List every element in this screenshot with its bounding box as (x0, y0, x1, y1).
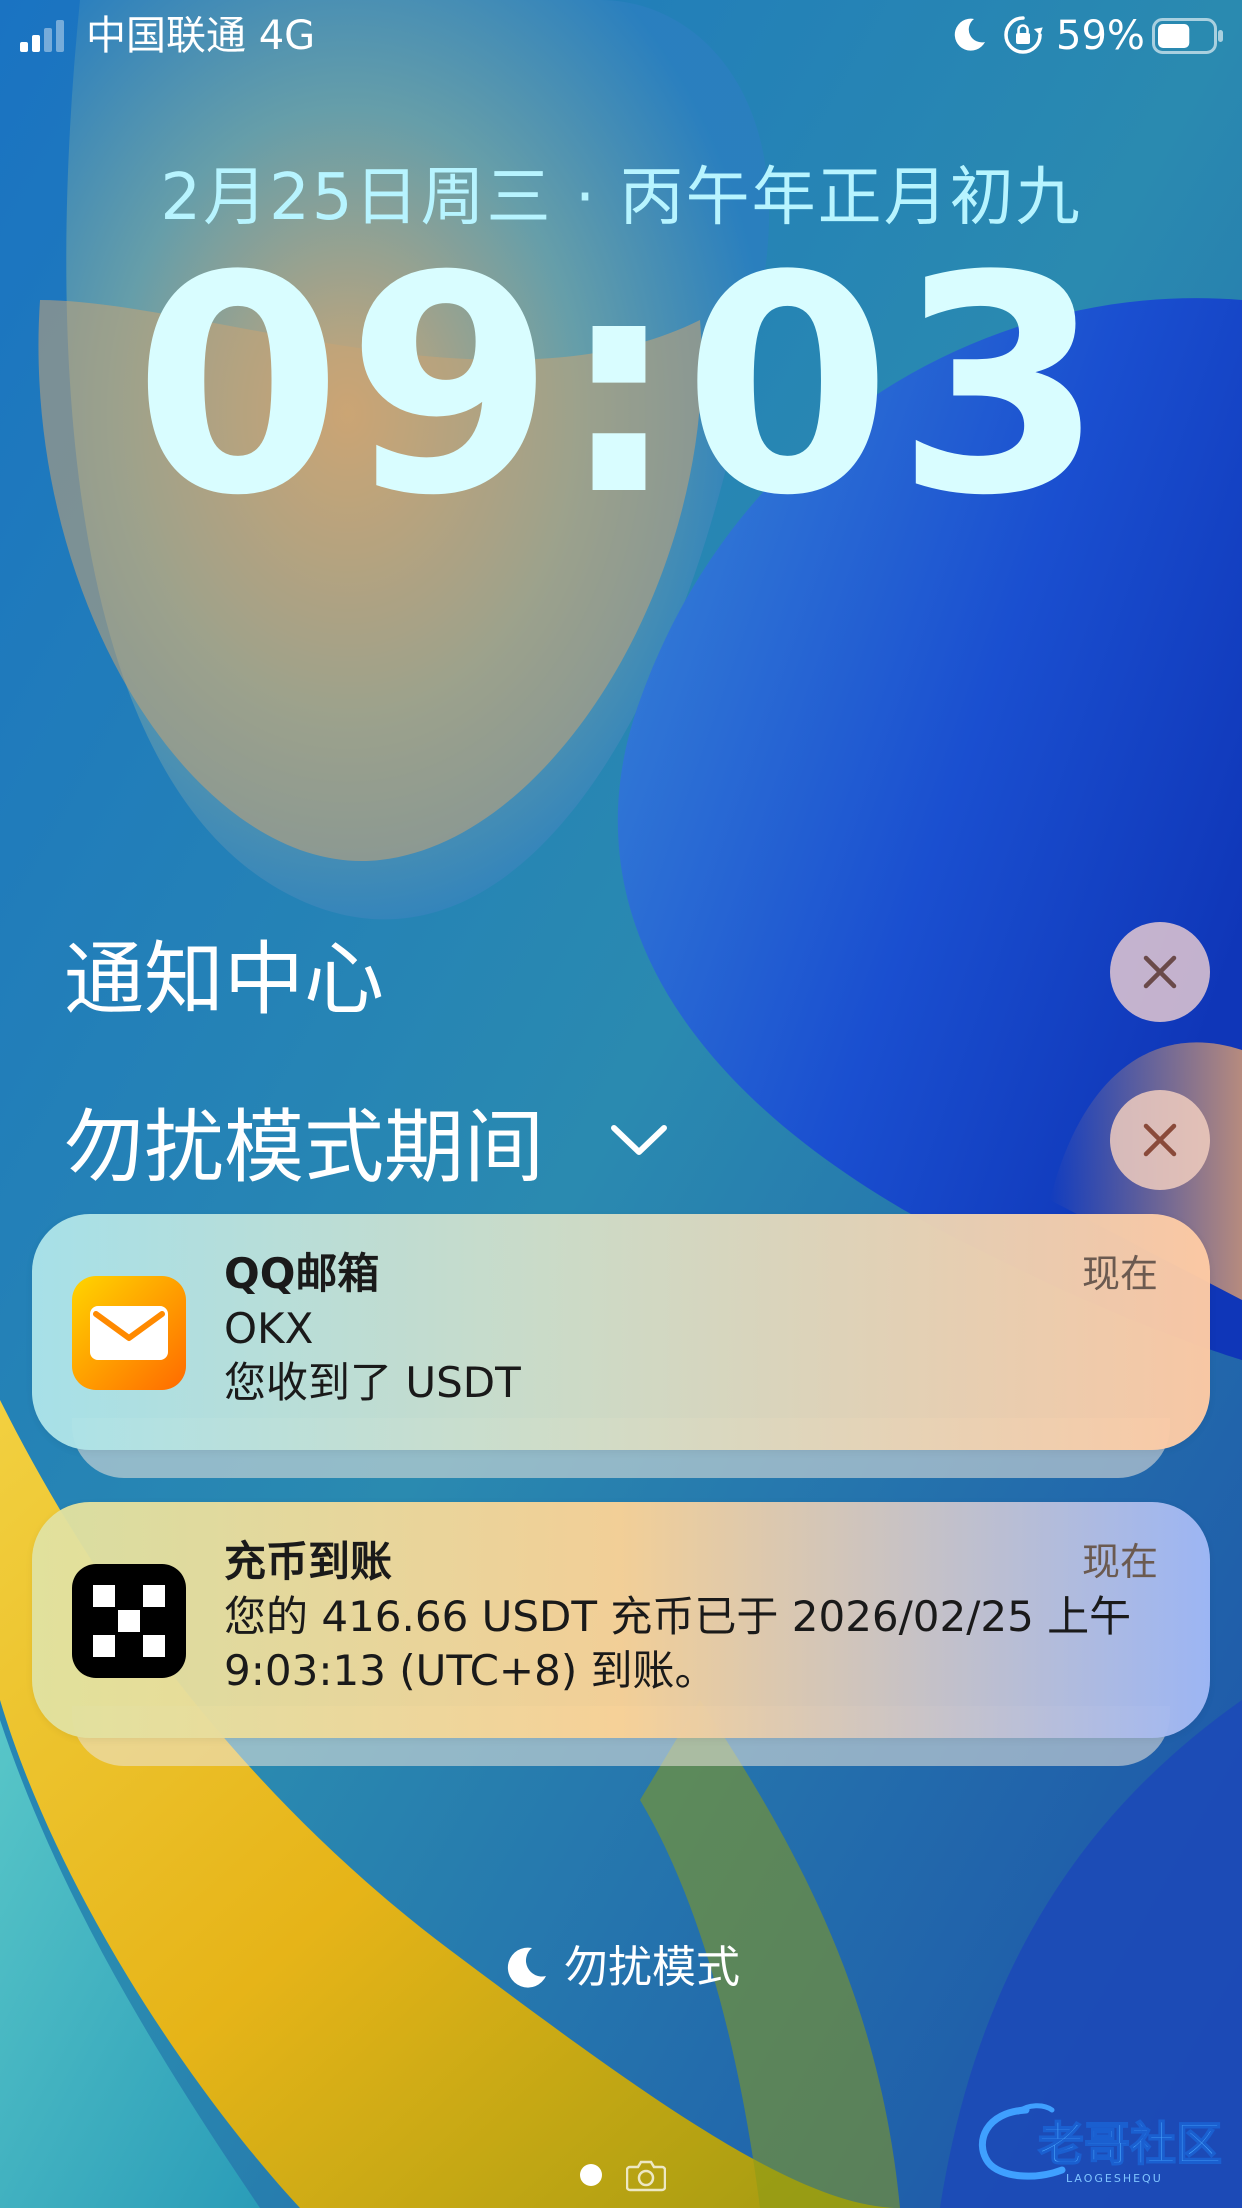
close-icon (1143, 955, 1177, 989)
dnd-label: 勿扰模式 (564, 1942, 740, 1993)
notification-line: 9:03:13 (UTC+8) 到账。 (224, 1646, 717, 1695)
clear-all-button[interactable] (1110, 922, 1210, 1022)
notification-center-title: 通知中心 (64, 933, 384, 1026)
notification-app-name: 充币到账 (224, 1537, 393, 1586)
dnd-group-title[interactable]: 勿扰模式期间 (64, 1100, 544, 1196)
notification-time: 现在 (1081, 1540, 1158, 1584)
clear-group-button[interactable] (1110, 1090, 1210, 1190)
battery-icon (1152, 18, 1223, 54)
camera-icon[interactable] (626, 2158, 666, 2192)
cellular-signal-icon (20, 20, 64, 52)
moon-icon (507, 1947, 546, 1988)
battery-percent: 59% (1056, 13, 1145, 59)
dnd-indicator[interactable]: 勿扰模式 (0, 1940, 1242, 2000)
watermark-logo: 老哥社区 LAOGESHEQU (978, 2103, 1223, 2185)
notification-line: OKX (224, 1304, 314, 1353)
okx-app-icon (72, 1564, 186, 1678)
rotation-lock-icon (1004, 16, 1043, 54)
notification-card[interactable]: 充币到账 现在 您的 416.66 USDT 充币已于 2026/02/25 上… (32, 1502, 1210, 1738)
status-bar: 中国联通 4G 59% (0, 0, 1242, 72)
notification-card[interactable]: QQ邮箱 现在 OKX 您收到了 USDT (32, 1214, 1210, 1450)
svg-text:LAOGESHEQU: LAOGESHEQU (1066, 2172, 1163, 2185)
notification-line: 您收到了 USDT (224, 1358, 521, 1407)
lock-screen: 中国联通 4G 59% 2月25日周三 · 丙午年正月初九 09:03 通知中心… (0, 0, 1242, 2208)
chevron-down-icon[interactable] (608, 1120, 670, 1160)
moon-icon (954, 18, 985, 51)
carrier-label: 中国联通 4G (86, 13, 316, 59)
notification-app-name: QQ邮箱 (224, 1249, 380, 1298)
notification-time: 现在 (1081, 1252, 1158, 1296)
mail-app-icon (72, 1276, 186, 1390)
page-indicator-dot (580, 2164, 602, 2186)
lock-screen-clock: 09:03 (133, 212, 1109, 561)
notification-line: 您的 416.66 USDT 充币已于 2026/02/25 上午 (224, 1592, 1132, 1641)
svg-text:老哥社区: 老哥社区 (1038, 2117, 1222, 2171)
close-icon (1143, 1123, 1177, 1157)
